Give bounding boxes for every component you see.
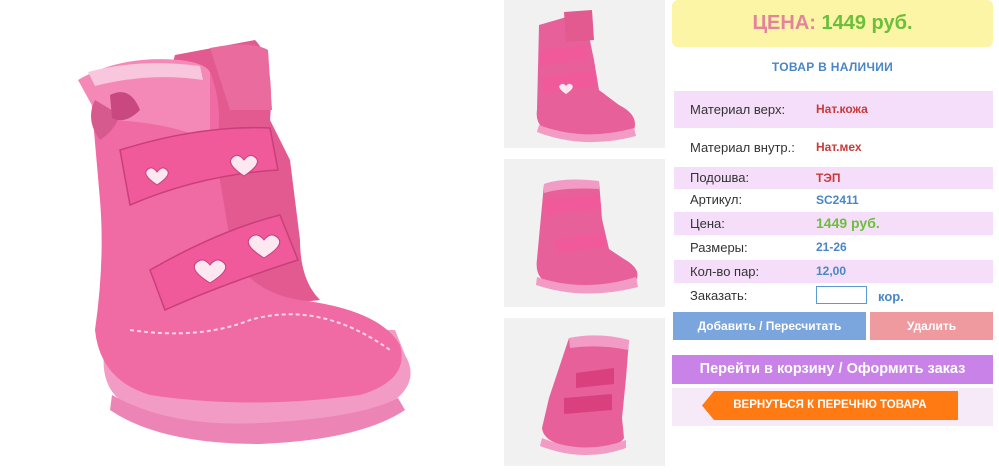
spec-value: SC2411	[816, 193, 859, 207]
quantity-input[interactable]	[816, 286, 867, 304]
spec-key: Размеры:	[690, 240, 748, 255]
product-main-image[interactable]	[0, 0, 497, 467]
spec-row-price: Цена: 1449 руб.	[674, 212, 993, 235]
thumbnail-3[interactable]	[504, 318, 665, 466]
back-button-label: ВЕРНУТЬСЯ К ПЕРЕЧНЮ ТОВАРА	[733, 399, 927, 411]
spec-key: Кол-во пар:	[690, 264, 760, 279]
price-banner: ЦЕНА: 1449 руб.	[672, 0, 993, 47]
spec-value: Нат.мех	[816, 140, 862, 154]
spec-value: ТЭП	[816, 171, 841, 185]
spec-row-material-top: Материал верх: Нат.кожа	[674, 91, 993, 128]
spec-value: 1449 руб.	[816, 215, 880, 231]
pink-boot-illustration	[78, 40, 411, 444]
spec-row-material-inner: Материал внутр.: Нат.мех	[674, 129, 993, 166]
spec-key: Подошва:	[690, 170, 750, 185]
boot-side-thumbnail	[536, 179, 638, 294]
boot-front-thumbnail	[536, 10, 636, 143]
add-recalculate-button[interactable]: Добавить / Пересчитать	[673, 312, 866, 340]
spec-value: Нат.кожа	[816, 102, 868, 116]
delete-button[interactable]: Удалить	[870, 312, 993, 340]
price-value: 1449 руб.	[821, 12, 913, 34]
spec-key: Цена:	[690, 216, 725, 231]
stock-status: ТОВАР В НАЛИЧИИ	[771, 60, 894, 74]
thumbnail-2[interactable]	[504, 159, 665, 307]
spec-row-article: Артикул: SC2411	[674, 189, 993, 211]
boot-back-thumbnail	[540, 335, 629, 456]
price-label: ЦЕНА:	[752, 12, 816, 34]
quantity-unit: кор.	[878, 289, 904, 304]
spec-key: Артикул:	[690, 192, 743, 207]
spec-row-sizes: Размеры: 21-26	[674, 236, 993, 259]
spec-row-pairs: Кол-во пар: 12,00	[674, 260, 993, 283]
spec-value: 12,00	[816, 264, 847, 278]
spec-key: Материал верх:	[690, 102, 786, 117]
spec-row-sole: Подошва: ТЭП	[674, 167, 993, 189]
spec-value: 21-26	[816, 240, 847, 254]
thumbnail-1[interactable]	[504, 0, 665, 148]
go-to-cart-button[interactable]: Перейти в корзину / Оформить заказ	[672, 355, 993, 384]
spec-key: Материал внутр.:	[690, 140, 795, 155]
back-to-list-button[interactable]: ВЕРНУТЬСЯ К ПЕРЕЧНЮ ТОВАРА	[702, 391, 958, 420]
order-label: Заказать:	[690, 288, 748, 303]
